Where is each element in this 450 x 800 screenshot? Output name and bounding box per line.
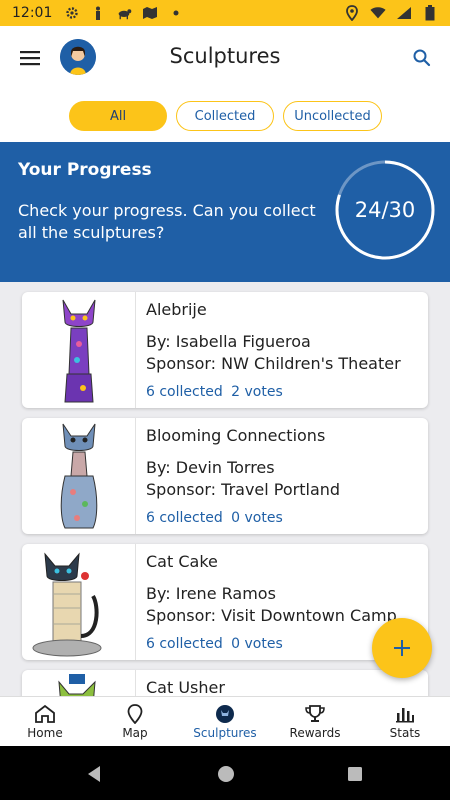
sculpture-image (22, 670, 136, 696)
nav-stats[interactable]: Stats (360, 697, 450, 746)
filter-uncollected-chip[interactable]: Uncollected (283, 101, 382, 131)
gear-icon (64, 5, 80, 21)
filter-all-chip[interactable]: All (69, 101, 167, 131)
signal-icon (396, 5, 412, 21)
progress-count: 24/30 (354, 198, 416, 222)
figure-icon (90, 5, 106, 21)
nav-home-label: Home (27, 725, 63, 740)
sculpture-card[interactable]: Cat Cake By: Irene Ramos Sponsor: Visit … (22, 544, 428, 660)
nav-map[interactable]: Map (90, 697, 180, 746)
sculpture-stats: 6 collected 0 votes (146, 636, 287, 652)
sculpture-card[interactable]: Cat Usher (22, 670, 428, 696)
search-icon (413, 49, 431, 67)
trophy-icon (304, 704, 326, 724)
status-time: 12:01 (12, 5, 53, 21)
app-bar: Sculptures (0, 26, 450, 90)
vote-count: 0 votes (231, 636, 283, 652)
location-icon (344, 5, 360, 21)
sculpture-artist: By: Irene Ramos (146, 584, 276, 603)
cat-icon (214, 704, 236, 724)
nav-home[interactable]: Home (0, 697, 90, 746)
system-nav-bar (0, 746, 450, 800)
progress-panel: Your Progress Check your progress. Can y… (0, 142, 450, 282)
sculpture-name: Alebrije (146, 300, 207, 319)
sculpture-image (22, 292, 136, 408)
sculpture-name: Cat Usher (146, 678, 225, 696)
home-icon (34, 704, 56, 724)
collected-count: 6 collected (146, 636, 223, 652)
filter-bar: All Collected Uncollected (0, 90, 450, 142)
recents-icon[interactable] (345, 764, 365, 784)
sculpture-name: Blooming Connections (146, 426, 326, 445)
status-bar: 12:01 (0, 0, 450, 26)
sculpture-card[interactable]: Alebrije By: Isabella Figueroa Sponsor: … (22, 292, 428, 408)
sculpture-artist: By: Isabella Figueroa (146, 332, 311, 351)
sculpture-stats: 6 collected 2 votes (146, 384, 287, 400)
bar-chart-icon (394, 704, 416, 724)
animal-icon (116, 5, 132, 21)
sculpture-image (22, 418, 136, 534)
add-sculpture-button[interactable] (372, 618, 432, 678)
collected-count: 6 collected (146, 384, 223, 400)
collected-count: 6 collected (146, 510, 223, 526)
progress-description: Check your progress. Can you collect all… (18, 201, 316, 242)
filter-collected-chip[interactable]: Collected (176, 101, 274, 131)
dot-icon (168, 5, 184, 21)
nav-sculptures[interactable]: Sculptures (180, 697, 270, 746)
home-circle-icon[interactable] (216, 764, 236, 784)
map-pin-icon (124, 703, 146, 724)
vote-count: 0 votes (231, 510, 283, 526)
nav-stats-label: Stats (389, 725, 421, 740)
search-button[interactable] (410, 46, 434, 70)
bottom-nav: Home Map Sculptures Rewards Stats (0, 696, 450, 746)
progress-title: Your Progress (18, 160, 152, 180)
sculpture-artist: By: Devin Torres (146, 458, 275, 477)
nav-rewards[interactable]: Rewards (270, 697, 360, 746)
back-icon[interactable] (85, 764, 105, 784)
nav-sculptures-label: Sculptures (193, 725, 257, 740)
battery-icon (422, 5, 438, 21)
page-title: Sculptures (169, 44, 281, 68)
wifi-icon (370, 5, 386, 21)
map-icon (142, 5, 158, 21)
sculpture-name: Cat Cake (146, 552, 218, 571)
sculpture-stats: 6 collected 0 votes (146, 510, 287, 526)
sculpture-sponsor: Sponsor: Visit Downtown Camp (146, 606, 397, 625)
nav-rewards-label: Rewards (289, 725, 341, 740)
sculpture-card[interactable]: Blooming Connections By: Devin Torres Sp… (22, 418, 428, 534)
vote-count: 2 votes (231, 384, 283, 400)
plus-icon (394, 640, 410, 656)
sculpture-image (22, 544, 136, 660)
sculpture-sponsor: Sponsor: NW Children's Theater (146, 354, 401, 373)
sculpture-sponsor: Sponsor: Travel Portland (146, 480, 341, 499)
nav-map-label: Map (122, 725, 148, 740)
